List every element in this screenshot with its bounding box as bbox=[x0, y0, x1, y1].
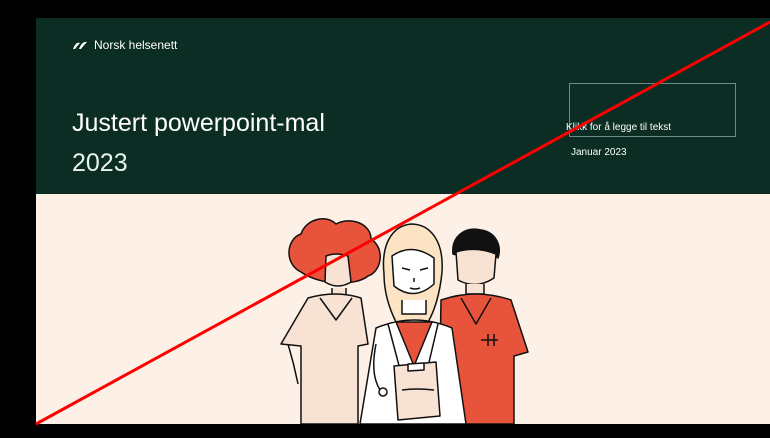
brand-name: Norsk helsenett bbox=[94, 38, 178, 52]
slide-header: Norsk helsenett Justert powerpoint-mal 2… bbox=[36, 18, 770, 194]
slide-date[interactable]: Januar 2023 bbox=[571, 147, 627, 158]
healthcare-workers-illustration bbox=[280, 218, 529, 424]
norsk-helsenett-logo-icon bbox=[73, 41, 87, 49]
slide-title[interactable]: Justert powerpoint-mal bbox=[72, 108, 325, 138]
brand-logo: Norsk helsenett bbox=[72, 38, 177, 52]
text-placeholder[interactable]: Klikk for å legge til tekst bbox=[566, 122, 671, 133]
slide-subtitle[interactable]: 2023 bbox=[72, 148, 128, 178]
slide: Norsk helsenett Justert powerpoint-mal 2… bbox=[36, 18, 770, 424]
